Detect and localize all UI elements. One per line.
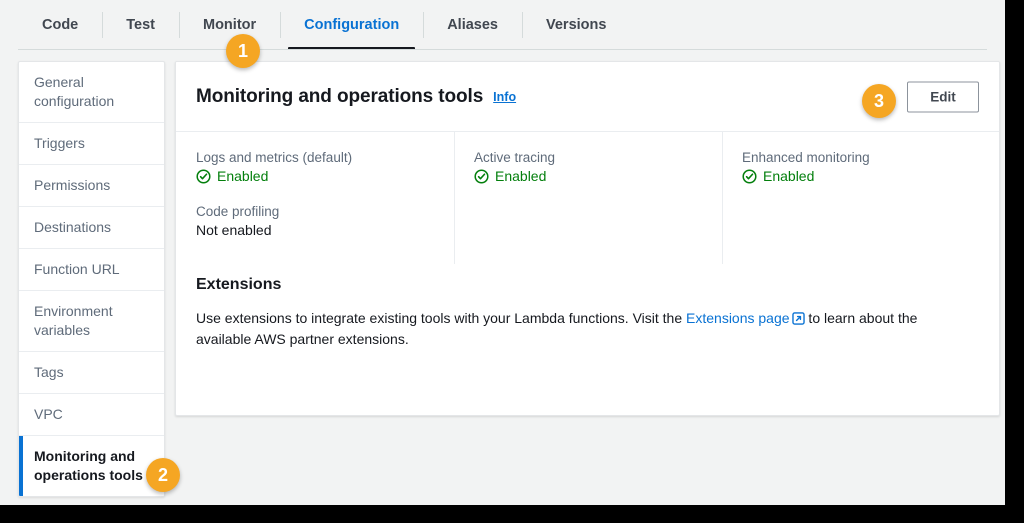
- status-column-logs: Logs and metrics (default) Enabled: [176, 150, 454, 246]
- sidebar-item-label: General configuration: [34, 74, 114, 109]
- sidebar-item-label: Monitoring and operations tools: [34, 448, 143, 483]
- page-title: Monitoring and operations tools: [196, 86, 483, 108]
- field-logs-and-metrics: Logs and metrics (default) Enabled: [196, 150, 434, 184]
- field-value: Enabled: [474, 168, 702, 184]
- tab-label: Configuration: [304, 17, 399, 33]
- status-text: Enabled: [217, 168, 268, 184]
- info-link[interactable]: Info: [493, 90, 516, 104]
- sidebar-item-label: Destinations: [34, 219, 111, 235]
- tab-aliases[interactable]: Aliases: [423, 0, 522, 50]
- field-label: Logs and metrics (default): [196, 150, 434, 165]
- external-link-icon: [792, 310, 805, 323]
- tab-code[interactable]: Code: [18, 0, 102, 50]
- tab-label: Versions: [546, 17, 606, 33]
- status-column-active-tracing: Active tracing Enabled: [454, 150, 722, 246]
- tab-label: Aliases: [447, 17, 498, 33]
- sidebar-item-label: Tags: [34, 364, 64, 380]
- extensions-page-link[interactable]: Extensions page: [686, 310, 790, 326]
- extensions-section: Extensions Use extensions to integrate e…: [176, 264, 999, 350]
- annotation-badge-1: 1: [226, 34, 260, 68]
- field-value: Enabled: [196, 168, 434, 184]
- extensions-heading: Extensions: [196, 276, 979, 294]
- sidebar-item-monitoring-and-operations-tools[interactable]: Monitoring and operations tools: [19, 436, 164, 496]
- status-grid: Logs and metrics (default) Enabled: [176, 132, 999, 264]
- status-text: Enabled: [495, 168, 546, 184]
- extensions-text-before: Use extensions to integrate existing too…: [196, 310, 686, 326]
- annotation-badge-2: 2: [146, 458, 180, 492]
- check-circle-icon: [742, 169, 757, 184]
- tab-label: Monitor: [203, 17, 256, 33]
- sidebar-item-triggers[interactable]: Triggers: [19, 123, 164, 165]
- status-text: Enabled: [763, 168, 814, 184]
- sidebar-item-label: VPC: [34, 406, 63, 422]
- edit-button[interactable]: Edit: [907, 81, 979, 112]
- tab-bar: Code Test Monitor Configuration Aliases …: [18, 0, 987, 50]
- configuration-sidebar: General configuration Triggers Permissio…: [18, 61, 165, 497]
- sidebar-item-label: Environment variables: [34, 303, 113, 338]
- screenshot-root: Code Test Monitor Configuration Aliases …: [0, 0, 1024, 523]
- check-circle-icon: [196, 169, 211, 184]
- field-enhanced-monitoring: Enhanced monitoring Enabled: [742, 150, 981, 184]
- field-label: Code profiling: [196, 204, 434, 219]
- tab-configuration[interactable]: Configuration: [280, 0, 423, 50]
- page-canvas: Code Test Monitor Configuration Aliases …: [0, 0, 1005, 505]
- sidebar-item-general-configuration[interactable]: General configuration: [19, 62, 164, 123]
- tab-versions[interactable]: Versions: [522, 0, 630, 50]
- tab-bar-divider: [18, 49, 987, 50]
- tab-label: Code: [42, 17, 78, 33]
- sidebar-item-permissions[interactable]: Permissions: [19, 165, 164, 207]
- sidebar-item-label: Triggers: [34, 135, 85, 151]
- field-label: Active tracing: [474, 150, 702, 165]
- sidebar-item-destinations[interactable]: Destinations: [19, 207, 164, 249]
- check-circle-icon: [474, 169, 489, 184]
- tab-label: Test: [126, 17, 155, 33]
- sidebar-item-environment-variables[interactable]: Environment variables: [19, 291, 164, 352]
- field-active-tracing: Active tracing Enabled: [474, 150, 702, 184]
- status-text: Not enabled: [196, 222, 272, 238]
- sidebar-item-label: Permissions: [34, 177, 110, 193]
- annotation-badge-3: 3: [862, 84, 896, 118]
- sidebar-item-function-url[interactable]: Function URL: [19, 249, 164, 291]
- extensions-description: Use extensions to integrate existing too…: [196, 308, 956, 350]
- field-value: Enabled: [742, 168, 981, 184]
- sidebar-item-label: Function URL: [34, 261, 120, 277]
- sidebar-item-tags[interactable]: Tags: [19, 352, 164, 394]
- field-label: Enhanced monitoring: [742, 150, 981, 165]
- tab-test[interactable]: Test: [102, 0, 179, 50]
- sidebar-item-vpc[interactable]: VPC: [19, 394, 164, 436]
- field-code-profiling: Code profiling Not enabled: [196, 204, 434, 238]
- status-column-enhanced-monitoring: Enhanced monitoring Enabled: [722, 150, 1000, 246]
- field-value: Not enabled: [196, 222, 434, 238]
